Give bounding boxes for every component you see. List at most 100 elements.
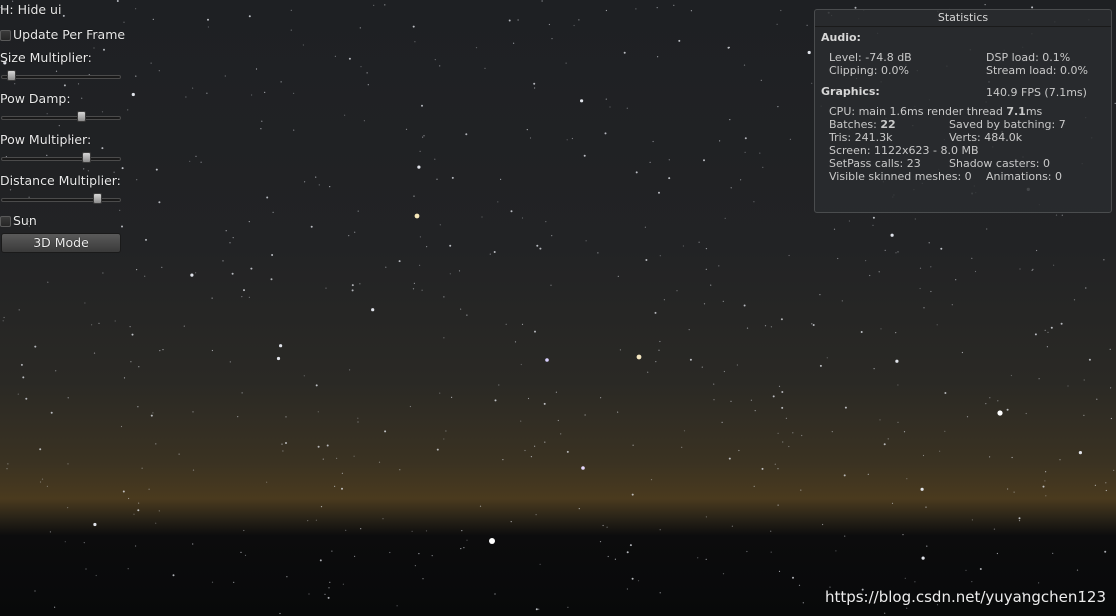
star: [46, 485, 49, 487]
star: [940, 247, 943, 250]
star: [1052, 552, 1054, 555]
star: [860, 331, 863, 333]
star: [425, 530, 428, 532]
star: [421, 289, 423, 291]
star: [792, 576, 794, 579]
star: [389, 551, 391, 554]
star: [431, 555, 433, 557]
star: [1038, 378, 1040, 380]
star: [728, 46, 731, 49]
star: [443, 296, 445, 298]
pow-multiplier-slider[interactable]: [1, 152, 121, 164]
star: [880, 328, 882, 330]
slider-thumb[interactable]: [93, 193, 102, 204]
distance-multiplier-slider[interactable]: [1, 193, 121, 205]
star: [722, 573, 725, 575]
star: [1076, 569, 1079, 571]
bright-star: [545, 358, 549, 362]
animations: Animations: 0: [986, 170, 1063, 183]
star: [135, 8, 137, 10]
star: [348, 57, 351, 60]
star: [20, 363, 23, 366]
star: [1061, 214, 1063, 216]
star: [705, 516, 708, 518]
star: [285, 442, 287, 444]
star: [986, 228, 988, 230]
star: [997, 400, 999, 402]
star: [409, 405, 411, 408]
star: [883, 443, 886, 446]
star: [906, 478, 908, 480]
star: [781, 406, 784, 409]
star: [798, 584, 801, 586]
update-per-frame-checkbox[interactable]: [0, 29, 11, 41]
batches: Batches: 22: [829, 118, 896, 131]
size-multiplier-slider[interactable]: [1, 70, 121, 82]
star: [884, 249, 886, 251]
star: [919, 267, 922, 269]
star: [606, 526, 608, 528]
star: [114, 320, 116, 322]
3d-mode-button[interactable]: 3D Mode: [1, 233, 121, 253]
star: [560, 433, 562, 435]
star: [811, 323, 813, 325]
star: [822, 523, 824, 526]
star: [600, 397, 602, 399]
star: [599, 541, 602, 543]
star: [534, 330, 536, 333]
star: [682, 245, 685, 247]
star: [678, 39, 681, 42]
star: [897, 421, 899, 423]
star: [354, 555, 356, 558]
slider-thumb[interactable]: [77, 111, 87, 122]
star: [632, 444, 634, 446]
star: [668, 177, 671, 180]
star: [84, 302, 86, 304]
star: [1078, 451, 1082, 455]
star: [884, 612, 886, 614]
star: [835, 550, 837, 552]
star: [64, 541, 66, 543]
star: [635, 171, 638, 174]
star: [508, 19, 511, 22]
slider-thumb[interactable]: [6, 70, 16, 81]
star: [341, 472, 343, 474]
star: [67, 507, 69, 509]
star: [211, 349, 213, 352]
star: [158, 70, 160, 72]
star: [317, 445, 320, 448]
star: [271, 254, 274, 256]
star: [155, 522, 157, 524]
star: [517, 19, 519, 21]
pow-damp-slider[interactable]: [1, 111, 121, 123]
star: [1044, 329, 1046, 331]
star: [837, 257, 839, 260]
star: [497, 201, 499, 203]
star: [654, 311, 657, 314]
star: [192, 543, 194, 545]
star: [280, 81, 282, 83]
dsp-load: DSP load: 0.1%: [986, 51, 1071, 64]
star: [285, 416, 287, 418]
sun-toggle[interactable]: Sun: [0, 214, 37, 228]
sun-checkbox[interactable]: [0, 215, 11, 227]
star: [22, 376, 25, 379]
star: [50, 411, 53, 414]
star: [158, 510, 160, 512]
star: [722, 300, 724, 302]
star: [436, 178, 438, 180]
star: [520, 420, 522, 422]
star: [158, 201, 161, 204]
star: [241, 392, 243, 394]
star: [844, 406, 847, 409]
saved-by-batching: Saved by batching: 7: [949, 118, 1066, 131]
star: [993, 528, 996, 530]
star: [412, 25, 415, 28]
slider-thumb[interactable]: [82, 152, 92, 163]
update-per-frame-toggle[interactable]: Update Per Frame: [0, 28, 125, 42]
star: [788, 445, 790, 448]
star: [555, 391, 558, 393]
star: [629, 544, 632, 547]
star: [1032, 268, 1034, 270]
star: [131, 92, 135, 97]
